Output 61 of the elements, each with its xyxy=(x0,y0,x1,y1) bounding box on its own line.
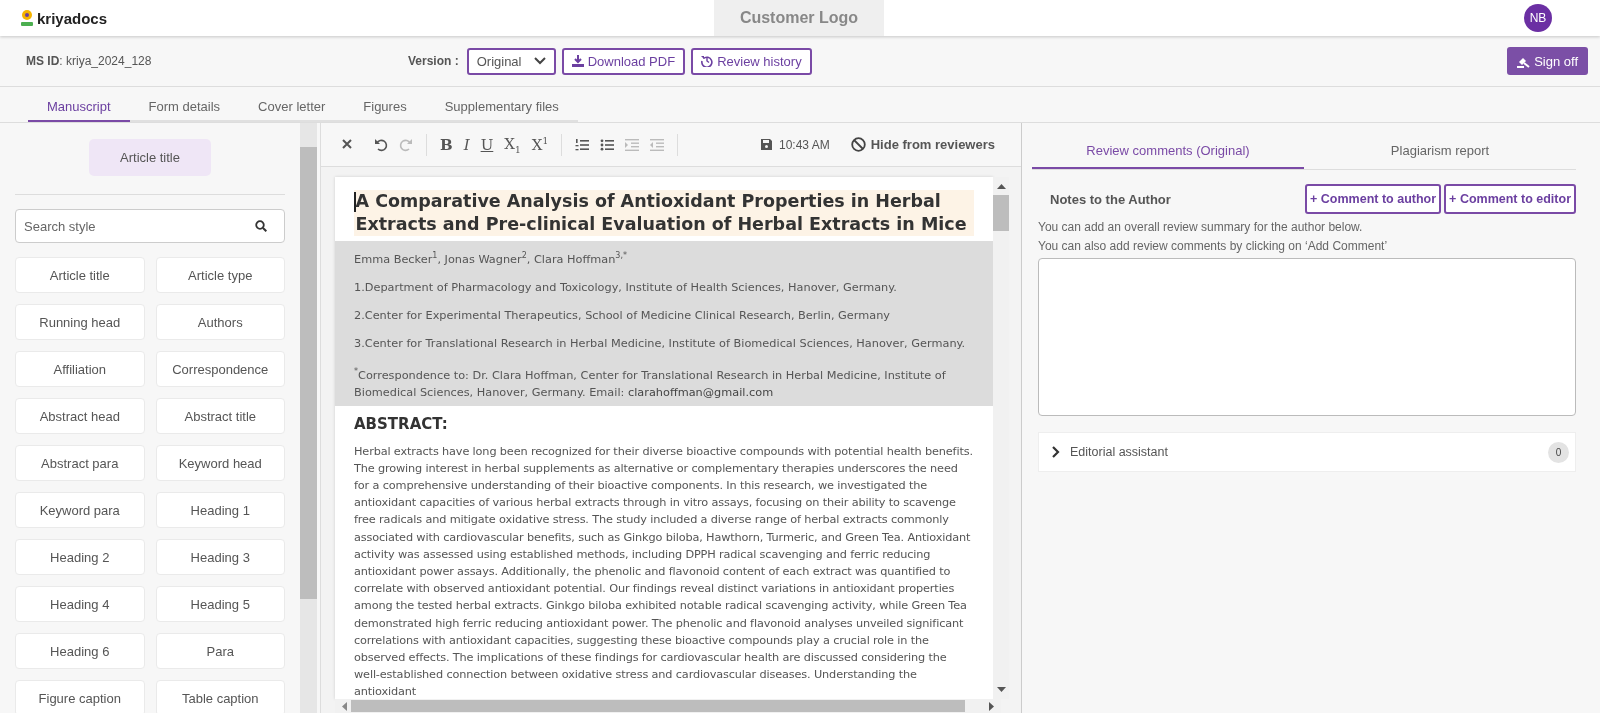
section-heading: Notes to the Author xyxy=(1049,191,1171,207)
sign-off-button[interactable]: Sign off xyxy=(1507,47,1588,75)
saved-time: 10:43 AM xyxy=(779,137,830,152)
style-button[interactable]: Figure caption xyxy=(15,680,145,713)
count-badge: 0 xyxy=(1548,441,1569,463)
tab[interactable]: Review comments (Original) xyxy=(1032,133,1304,169)
affiliation: 1.Department of Pharmacology and Toxicology, Institute of Health Sciences, Hanover, Germany. xyxy=(354,279,898,296)
version-dropdown[interactable]: Original xyxy=(466,47,556,75)
accordion-label: Editorial assistant xyxy=(1070,445,1168,459)
style-button[interactable]: Keyword para xyxy=(15,492,145,528)
style-button[interactable]: Heading 1 xyxy=(155,492,285,528)
format-button[interactable]: I xyxy=(463,135,470,154)
download-pdf-button[interactable]: Download PDF xyxy=(561,47,686,75)
brand-name: kriyadocs xyxy=(37,9,108,27)
manuscript-id: MS ID: kriya_2024_128 xyxy=(26,54,153,68)
format-button[interactable]: B xyxy=(440,135,453,154)
abstract-heading: ABSTRACT: xyxy=(354,414,449,433)
style-button[interactable]: Abstract head xyxy=(15,398,145,434)
style-button[interactable]: Abstract title xyxy=(155,398,285,434)
style-button[interactable]: Heading 5 xyxy=(155,586,285,622)
customer-logo: Customer Logo xyxy=(714,0,884,36)
email-link[interactable]: clarahoffman@gmail.com xyxy=(628,385,774,399)
hint-text: You can also add review comments by clicking on ‘Add Comment’ xyxy=(1038,239,1389,253)
affiliation: 3.Center for Translational Research in Herbal Medicine, Institute of Biomedical Sciences, Hanover, Germany. xyxy=(354,335,967,352)
comment-to-editor-button[interactable]: + Comment to editor xyxy=(1444,184,1576,214)
hint-text: You can add an overall review summary for the author below. xyxy=(1038,220,1364,234)
tab[interactable]: Plagiarism report xyxy=(1304,133,1576,169)
style-button[interactable]: Heading 3 xyxy=(155,539,285,575)
style-button[interactable]: Table caption xyxy=(155,680,285,713)
user-avatar[interactable]: NB xyxy=(1524,4,1552,32)
format-button[interactable]: U xyxy=(480,135,494,154)
style-button[interactable]: Authors xyxy=(155,304,285,340)
tab[interactable]: Form details xyxy=(129,92,240,122)
style-button[interactable]: Correspondence xyxy=(155,351,285,387)
style-button[interactable]: Affiliation xyxy=(15,351,145,387)
correspondence: $^{*}$Correspondence to: Dr. Clara Hoffman, Center for Translational Research in Herbal Medicine, Institute of Biomedical Sciences, Hanover, Germany. Email: clarahoffman@gmail.com xyxy=(354,365,947,401)
version-label: Version : xyxy=(408,54,459,68)
hide-from-reviewers-button[interactable]: Hide from reviewers xyxy=(850,137,995,152)
comment-to-author-button[interactable]: + Comment to author xyxy=(1305,184,1442,214)
tab[interactable]: Cover letter xyxy=(239,92,345,122)
tab[interactable]: Manuscript xyxy=(28,92,130,122)
tab[interactable]: Figures xyxy=(344,92,426,122)
accordion-header[interactable]: Editorial assistant 0 xyxy=(1038,432,1576,472)
format-button[interactable]: X$_{1}$ xyxy=(504,134,521,155)
current-style-chip: Article title xyxy=(89,139,211,176)
tab[interactable]: Supplementary files xyxy=(425,92,578,122)
style-button[interactable]: Heading 4 xyxy=(15,586,145,622)
style-button[interactable]: Article title xyxy=(15,257,145,293)
style-button[interactable]: Abstract para xyxy=(15,445,145,481)
affiliation: 2.Center for Experimental Therapeutics, School of Medicine Clinical Research, Berlin, Germany xyxy=(354,307,891,324)
style-button[interactable]: Heading 6 xyxy=(15,633,145,669)
style-button[interactable]: Heading 2 xyxy=(15,539,145,575)
author-list: Emma Becker$^{1}$, Jonas Wagner$^{2}$, Clara Hoffman$^{3,*}$ xyxy=(354,247,974,268)
abstract-paragraph: Herbal extracts have long been recognized for their diverse bioactive compounds with potential health benefits. The growing interest in herbal supplements as alternative or complementary therapies underscores the need for a comprehensive understanding of their bioactive components. In this research, we investigated the antioxidant capacities of various herbal extracts through in vitro assays, focusing on their ability to scavenge free radicals and mitigate oxidative stress. The study included a diverse range of herbal extracts commonly associated with cardiovascular benefits, such as Ginkgo biloba, Hawthorn, Turmeric, and Green Tea. Antioxidant activity was assessed using established methods, including DPPH radical scavenging and ferric reducing antioxidant power assays. Additionally, the phenolic and flavonoid content of each extract was quantified to correlate with observed antioxidant potential. Our findings reveal distinct variations in antioxidant properties among the tested herbal extracts. Ginkgo biloba exhibited notable radical scavenging activity, while Green Tea demonstrated high ferric reducing antioxidant power. The phenolic and flavonoid analyses unveiled significant correlations with antioxidant capacities, suggesting these bioactive compounds play a crucial role in the observed effects. The implications of these findings for cardiovascular health are discussed considering the well-established connection between oxidative stress and cardiovascular diseases. Understanding the antioxidant xyxy=(354,443,974,699)
style-button[interactable]: Article type xyxy=(155,257,285,293)
style-button[interactable]: Running head xyxy=(15,304,145,340)
format-button[interactable]: X$^{1}$ xyxy=(531,135,549,154)
search-field[interactable]: Search style xyxy=(15,209,285,243)
style-button[interactable]: Keyword head xyxy=(155,445,285,481)
style-button[interactable]: Para xyxy=(155,633,285,669)
review-history-button[interactable]: Review history xyxy=(691,47,812,75)
